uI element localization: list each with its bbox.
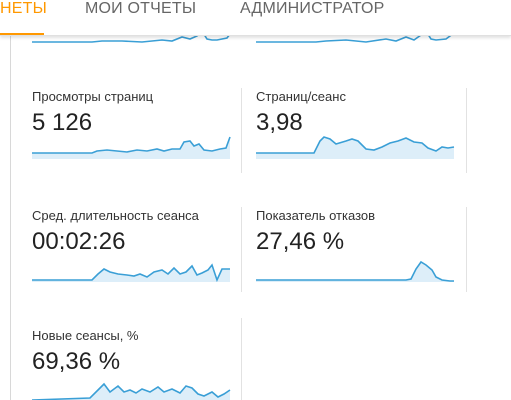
tab-reports[interactable]: НЕТЫ <box>0 0 47 35</box>
sparkline-chart <box>256 136 455 159</box>
metric-tile-bounce-rate[interactable]: Показатель отказов 27,46 % <box>256 208 456 288</box>
column-divider <box>241 318 242 400</box>
metric-tile-pageviews[interactable]: Просмотры страниц 5 126 <box>32 89 232 169</box>
column-divider <box>241 88 242 173</box>
metric-title: Страниц/сеанс <box>256 89 346 104</box>
metric-tile-new-sessions[interactable]: Новые сеансы, % 69,36 % <box>31 328 232 400</box>
metric-tile-avg-session-duration[interactable]: Сред. длительность сеанса 00:02:26 <box>32 208 232 288</box>
metric-title: Сред. длительность сеанса <box>32 208 199 223</box>
sparkline-chart <box>256 260 454 282</box>
column-divider <box>466 207 467 292</box>
sparkline-chart <box>32 263 230 283</box>
tab-my-reports-label: МОИ ОТЧЕТЫ <box>85 0 197 17</box>
top-navigation: НЕТЫ МОИ ОТЧЕТЫ АДМИНИСТРАТОР <box>0 0 511 36</box>
metric-value: 69,36 % <box>32 348 121 375</box>
metric-title: Новые сеансы, % <box>32 328 139 343</box>
metric-tile-pages-per-session[interactable]: Страниц/сеанс 3,98 <box>256 89 456 169</box>
tab-reports-label: НЕТЫ <box>0 0 47 17</box>
metric-title: Показатель отказов <box>256 208 376 223</box>
column-divider <box>466 88 467 173</box>
active-tab-underline <box>0 33 44 35</box>
column-divider <box>241 207 242 292</box>
sparkline-chart <box>31 382 231 400</box>
metric-title: Просмотры страниц <box>32 89 154 104</box>
sparkline-chart <box>32 136 231 159</box>
panel-border <box>10 36 11 400</box>
tab-admin-label: АДМИНИСТРАТОР <box>240 0 385 17</box>
